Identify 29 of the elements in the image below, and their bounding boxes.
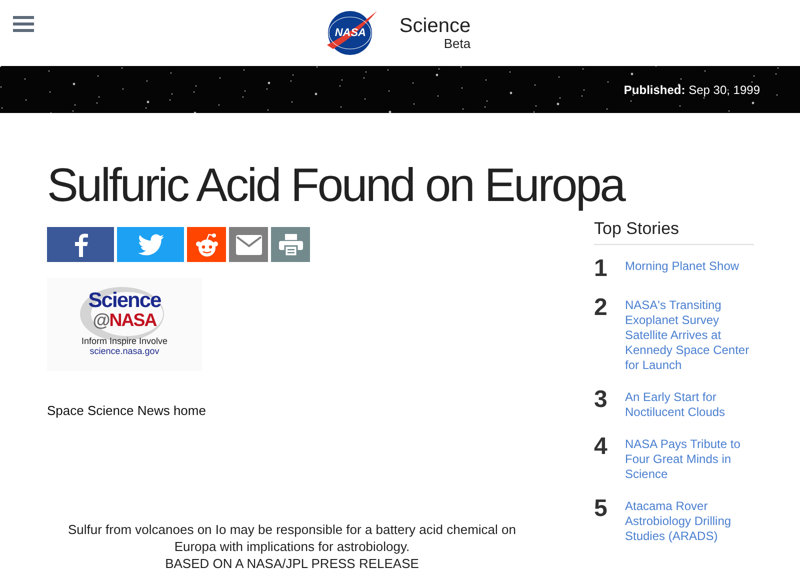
story-number: 4 [594, 435, 608, 459]
story-number: 3 [594, 388, 608, 412]
published-date: Published: Sep 30, 1999 [624, 83, 760, 97]
site-title: Science [399, 16, 471, 36]
share-button[interactable] [117, 227, 184, 262]
share-button[interactable] [47, 227, 114, 262]
envelope-icon [236, 234, 262, 254]
menu-icon[interactable] [13, 16, 34, 32]
summary-text: BASED ON A NASA/JPL PRESS RELEASE [164, 554, 420, 572]
story-link[interactable]: An Early Start for Noctilucent Clouds [625, 388, 753, 420]
article-title: Sulfuric Acid Found on Europa [47, 157, 624, 213]
story-link[interactable]: NASA's Transiting Exoplanet Survey Satellite Arrives at Kennedy Space Center for Launch [625, 296, 753, 373]
share-button[interactable] [187, 227, 226, 262]
bird-icon [138, 234, 164, 256]
story-number: 1 [594, 257, 608, 281]
story-link[interactable]: Morning Planet Show [625, 257, 753, 274]
story-number: 2 [594, 296, 608, 320]
top-stories-heading: Top Stories [594, 219, 754, 245]
story-number: 5 [594, 497, 608, 521]
home-link[interactable]: Space Science News home [47, 401, 206, 420]
science-nasa-badge[interactable]: Science @NASA Inform Inspire Involve science.nasa.gov [47, 278, 202, 371]
printer-icon [278, 234, 302, 256]
story-link[interactable]: Atacama Rover Astrobiology Drilling Studies (ARADS) [625, 497, 753, 544]
summary-text: Sulfur from volcanoes on Io may be responsible for a battery acid chemical on Europa with implications for astrobiology. [66, 520, 517, 554]
share-button[interactable] [271, 227, 310, 262]
story-link[interactable]: NASA Pays Tribute to Four Great Minds in Science [625, 435, 753, 482]
share-button[interactable] [229, 227, 268, 262]
site-subtitle: Beta [444, 37, 471, 50]
facebook-icon [74, 232, 88, 256]
